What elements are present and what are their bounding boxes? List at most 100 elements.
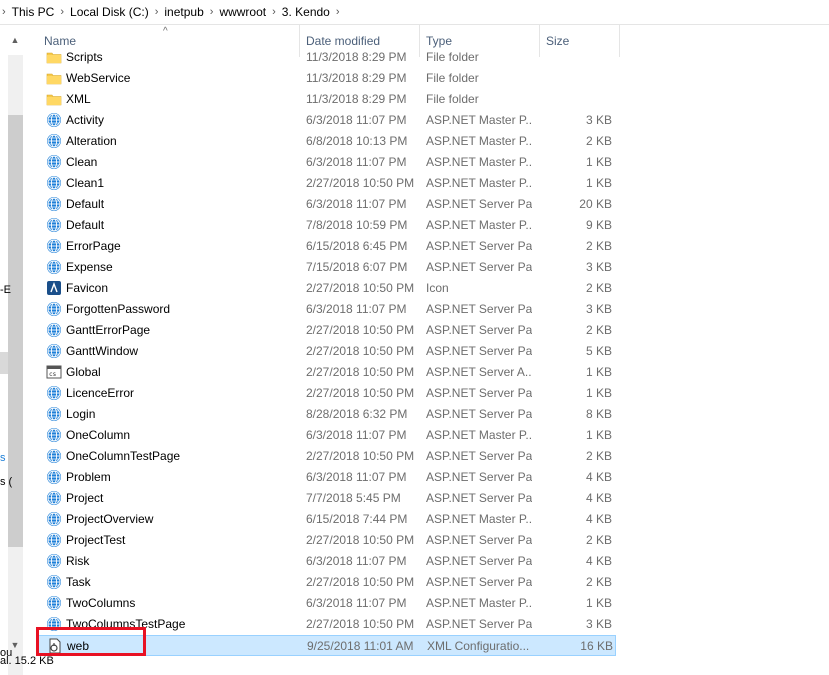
file-size: 2 KB (585, 134, 612, 148)
nav-item-fragment[interactable]: -E (0, 284, 11, 296)
file-date-modified: 6/15/2018 6:45 PM (306, 239, 408, 253)
file-date-modified: 2/27/2018 10:50 PM (306, 365, 415, 379)
breadcrumb-inetpub[interactable]: inetpub (162, 5, 205, 19)
aspnet-file-icon (46, 595, 62, 611)
nav-item-fragment[interactable]: s ( (0, 476, 12, 488)
file-type: ASP.NET Server Pa... (426, 344, 532, 358)
file-date-modified: 7/8/2018 10:59 PM (306, 218, 408, 232)
file-size: 2 KB (585, 281, 612, 295)
file-row[interactable]: Alteration 6/8/2018 10:13 PM ASP.NET Maste… (38, 131, 616, 152)
file-size: 4 KB (585, 491, 612, 505)
file-row[interactable]: OneColumnTestPage 2/27/2018 10:50 PM ASP.N… (38, 446, 616, 467)
file-row[interactable]: Favicon 2/27/2018 10:50 PM Icon 2 KB (38, 278, 616, 299)
file-size: 5 KB (585, 344, 612, 358)
aspnet-file-icon (46, 385, 62, 401)
file-name: Task (66, 575, 91, 589)
file-type: ASP.NET Master P... (426, 512, 532, 526)
file-size: 3 KB (585, 113, 612, 127)
file-row[interactable]: Login 8/28/2018 6:32 PM ASP.NET Server Pa.… (38, 404, 616, 425)
svg-text:cs: cs (49, 371, 57, 378)
file-row[interactable]: Scripts 11/3/2018 8:29 PM File folder (38, 47, 616, 68)
file-size: 20 KB (579, 197, 612, 211)
breadcrumb-this-pc[interactable]: This PC (10, 5, 57, 19)
file-name: Clean (66, 155, 98, 169)
file-date-modified: 7/15/2018 6:07 PM (306, 260, 408, 274)
file-date-modified: 6/3/2018 11:07 PM (306, 554, 407, 568)
breadcrumb-chevron-icon[interactable]: › (56, 6, 68, 18)
file-row[interactable]: Project 7/7/2018 5:45 PM ASP.NET Server Pa… (38, 488, 616, 509)
file-name: GanttWindow (66, 344, 139, 358)
file-row[interactable]: Default 7/8/2018 10:59 PM ASP.NET Master P… (38, 215, 616, 236)
file-type: ASP.NET Server Pa... (426, 386, 532, 400)
code-file-icon: cs (46, 364, 62, 380)
file-type: ASP.NET Server Pa... (426, 260, 532, 274)
file-name: ProjectTest (66, 533, 126, 547)
file-name: OneColumnTestPage (66, 449, 181, 463)
breadcrumb-chevron-icon[interactable]: › (151, 6, 163, 18)
breadcrumb-chevron-icon[interactable]: › (268, 6, 280, 18)
file-row[interactable]: Clean 6/3/2018 11:07 PM ASP.NET Master P..… (38, 152, 616, 173)
file-row[interactable]: ProjectTest 2/27/2018 10:50 PM ASP.NET Ser… (38, 530, 616, 551)
breadcrumb-local-disk[interactable]: Local Disk (C:) (68, 5, 151, 19)
file-row[interactable]: ForgottenPassword 6/3/2018 11:07 PM ASP.NE… (38, 299, 616, 320)
column-header-date-label: Date modified (306, 34, 381, 48)
file-date-modified: 8/28/2018 6:32 PM (306, 407, 408, 421)
file-type: ASP.NET Master P... (426, 155, 532, 169)
file-row[interactable]: WebService 11/3/2018 8:29 PM File folder (38, 68, 616, 89)
file-date-modified: 2/27/2018 10:50 PM (306, 617, 415, 631)
file-row[interactable]: OneColumn 6/3/2018 11:07 PM ASP.NET Master… (38, 425, 616, 446)
aspnet-file-icon (46, 448, 62, 464)
file-size: 1 KB (585, 176, 612, 190)
file-row[interactable]: GanttWindow 2/27/2018 10:50 PM ASP.NET Ser… (38, 341, 616, 362)
file-date-modified: 6/3/2018 11:07 PM (306, 155, 407, 169)
column-header-size-label: Size (546, 34, 570, 48)
file-date-modified: 6/8/2018 10:13 PM (306, 134, 408, 148)
file-size: 3 KB (585, 617, 612, 631)
file-name: Alteration (66, 134, 117, 148)
aspnet-file-icon (46, 259, 62, 275)
file-row[interactable]: TwoColumns 6/3/2018 11:07 PM ASP.NET Maste… (38, 593, 616, 614)
file-row[interactable]: Risk 6/3/2018 11:07 PM ASP.NET Server Pa..… (38, 551, 616, 572)
file-date-modified: 6/3/2018 11:07 PM (306, 428, 407, 442)
status-bar-text: al. 15.2 KB (0, 655, 54, 667)
file-date-modified: 11/3/2018 8:29 PM (306, 92, 407, 106)
aspnet-file-icon (46, 112, 62, 128)
file-row[interactable]: cs Global 2/27/2018 10:50 PM ASP.NET Server… (38, 362, 616, 383)
file-size: 2 KB (585, 533, 612, 547)
file-size: 4 KB (585, 470, 612, 484)
file-row[interactable]: LicenceError 2/27/2018 10:50 PM ASP.NET Se… (38, 383, 616, 404)
file-row[interactable]: Problem 6/3/2018 11:07 PM ASP.NET Server P… (38, 467, 616, 488)
file-name: LicenceError (66, 386, 135, 400)
file-row[interactable]: Task 2/27/2018 10:50 PM ASP.NET Server Pa.… (38, 572, 616, 593)
nav-item-fragment[interactable]: s (0, 452, 6, 464)
file-name: OneColumn (66, 428, 131, 442)
file-name: Default (66, 197, 105, 211)
file-size (538, 68, 612, 89)
file-row[interactable]: Expense 7/15/2018 6:07 PM ASP.NET Server P… (38, 257, 616, 278)
breadcrumb-chevron-icon[interactable]: › (0, 6, 10, 18)
file-date-modified: 6/3/2018 11:07 PM (306, 197, 407, 211)
file-type: ASP.NET Server Pa... (426, 407, 532, 421)
breadcrumb-chevron-icon[interactable]: › (332, 6, 344, 18)
file-date-modified: 7/7/2018 5:45 PM (306, 491, 401, 505)
file-name: Problem (66, 470, 111, 484)
file-row[interactable]: XML 11/3/2018 8:29 PM File folder (38, 89, 616, 110)
file-name: Default (66, 218, 105, 232)
file-size: 3 KB (585, 260, 612, 274)
breadcrumb-chevron-icon[interactable]: › (206, 6, 218, 18)
file-row[interactable]: GanttErrorPage 2/27/2018 10:50 PM ASP.NET … (38, 320, 616, 341)
breadcrumb-kendo[interactable]: 3. Kendo (280, 5, 332, 19)
nav-selected-item[interactable] (0, 352, 8, 374)
file-date-modified: 2/27/2018 10:50 PM (306, 344, 415, 358)
file-row[interactable]: ErrorPage 6/15/2018 6:45 PM ASP.NET Server… (38, 236, 616, 257)
folder-icon (46, 70, 62, 86)
file-size: 1 KB (585, 386, 612, 400)
file-row[interactable]: ProjectOverview 6/15/2018 7:44 PM ASP.NET … (38, 509, 616, 530)
scroll-up-icon[interactable]: ▲ (9, 34, 21, 46)
file-row[interactable]: Activity 6/3/2018 11:07 PM ASP.NET Master … (38, 110, 616, 131)
file-size (538, 89, 612, 110)
file-row[interactable]: Clean1 2/27/2018 10:50 PM ASP.NET Master P… (38, 173, 616, 194)
file-size: 1 KB (585, 365, 612, 379)
file-row[interactable]: Default 6/3/2018 11:07 PM ASP.NET Server P… (38, 194, 616, 215)
breadcrumb-wwwroot[interactable]: wwwroot (217, 5, 268, 19)
